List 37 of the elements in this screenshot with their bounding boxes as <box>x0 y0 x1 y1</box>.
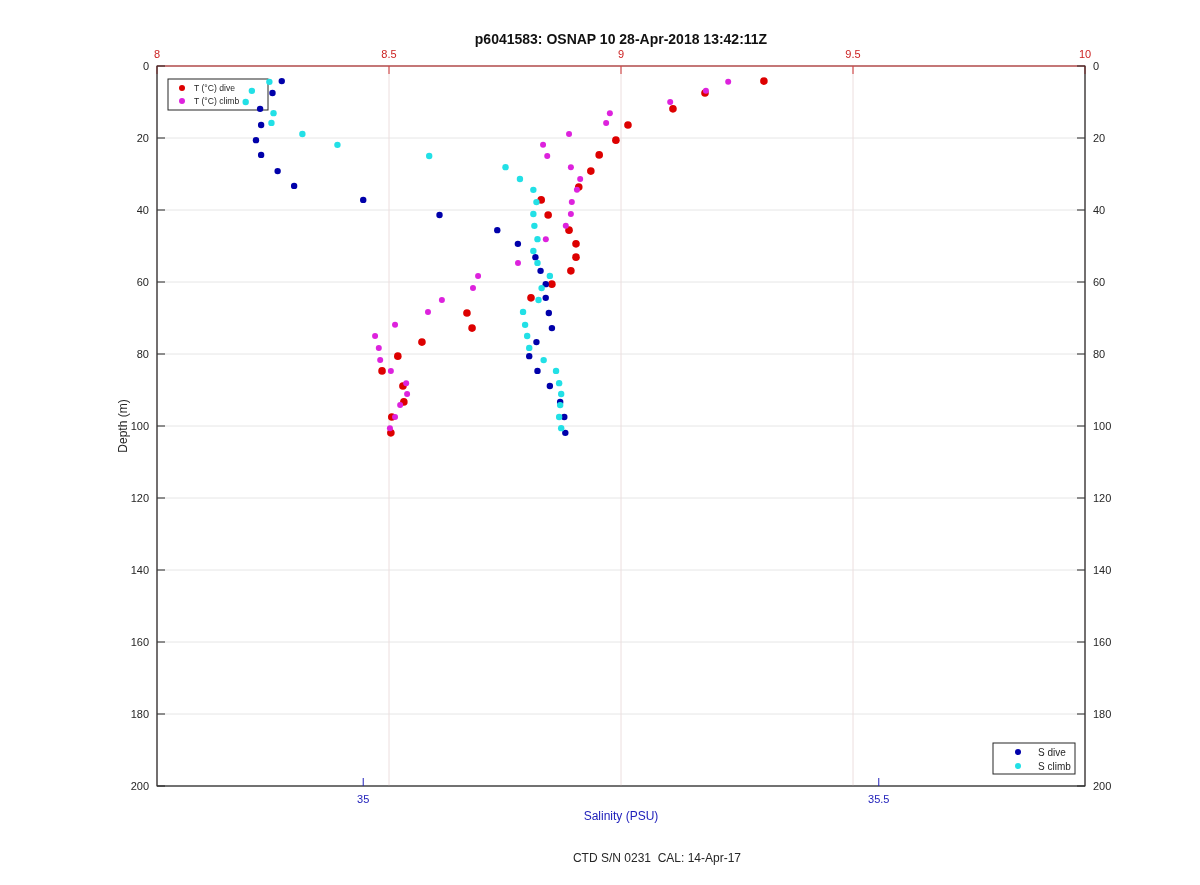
tick-label: 80 <box>136 348 149 360</box>
tick-label: 20 <box>136 132 149 144</box>
tick-label: 100 <box>130 420 149 432</box>
tick-label: 40 <box>1093 204 1106 216</box>
tick-label: 35 <box>357 793 370 805</box>
tick-label: 160 <box>130 636 149 648</box>
tick-label: 100 <box>1093 420 1112 432</box>
legend-label: T (°C) climb <box>194 96 240 106</box>
tick-label: 180 <box>1093 708 1112 720</box>
tick-label: 9 <box>617 48 625 60</box>
tick-label: 9.5 <box>845 48 861 60</box>
tick-label: 140 <box>130 564 149 576</box>
tick-label: 200 <box>1093 780 1112 792</box>
tick-label: 160 <box>1093 636 1112 648</box>
tick-label: 40 <box>136 204 149 216</box>
legend-label: S dive <box>1038 747 1066 758</box>
tick-label: 35.5 <box>868 793 890 805</box>
tick-label: 8 <box>153 48 161 60</box>
tick-label: 10 <box>1078 48 1092 60</box>
tick-label: 200 <box>130 780 149 792</box>
tick-label: 180 <box>130 708 149 720</box>
legend-label: T (°C) dive <box>194 83 235 93</box>
tick-label: 8.5 <box>381 48 397 60</box>
footer-text: CTD S/N 0231 CAL: 14-Apr-17 <box>572 851 742 865</box>
axis-label: Depth (m) <box>116 399 130 453</box>
figure-title: p6041583: OSNAP 10 28-Apr-2018 13:42:11Z <box>474 31 768 47</box>
tick-label: 0 <box>142 60 149 72</box>
legend-label: S climb <box>1038 761 1071 772</box>
tick-label: 120 <box>130 492 149 504</box>
tick-label: 80 <box>1093 348 1106 360</box>
tick-label: 60 <box>136 276 149 288</box>
axis-label: Salinity (PSU) <box>583 809 659 823</box>
tick-label: 120 <box>1093 492 1112 504</box>
tick-label: 20 <box>1093 132 1106 144</box>
tick-label: 0 <box>1093 60 1100 72</box>
tick-label: 140 <box>1093 564 1112 576</box>
tick-label: 60 <box>1093 276 1106 288</box>
